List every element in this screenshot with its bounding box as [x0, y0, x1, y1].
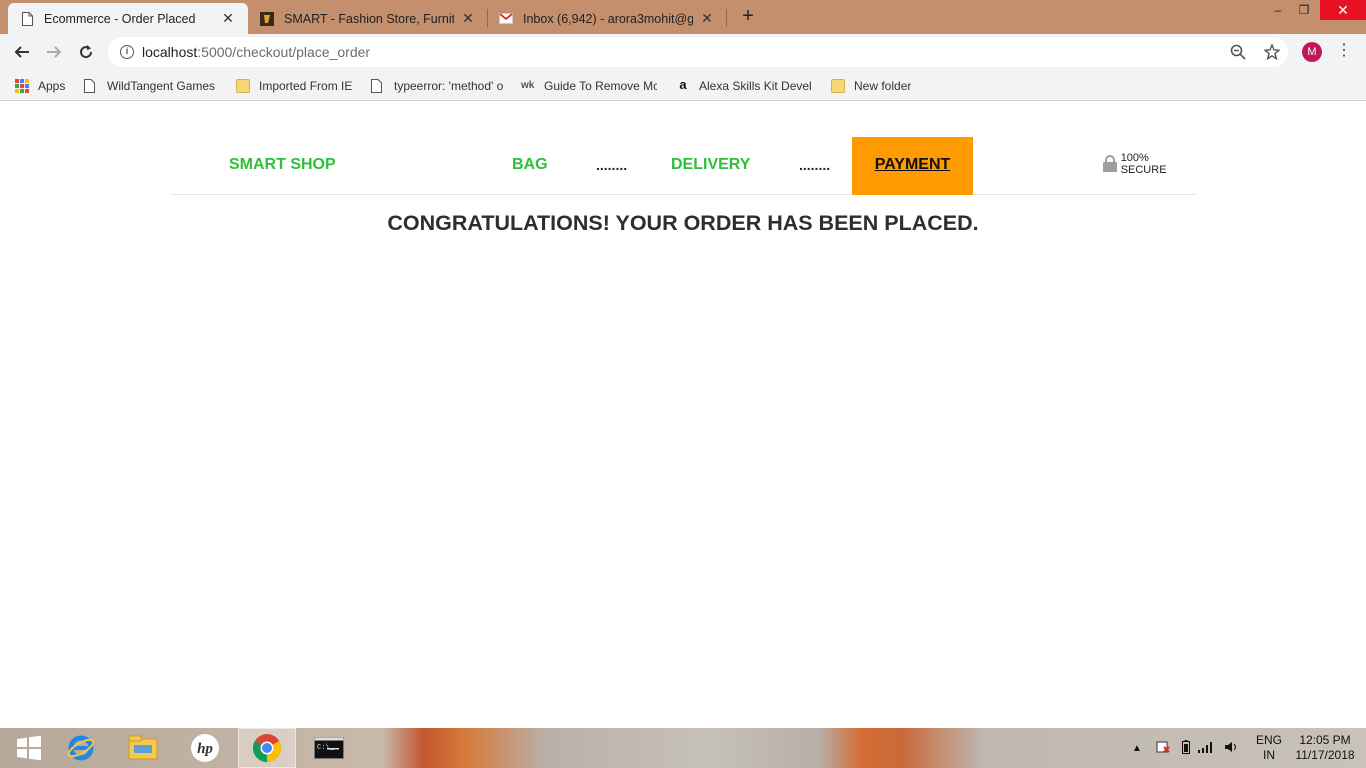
clock-time: 12:05 PM	[1299, 733, 1351, 747]
browser-tab-strip: Ecommerce - Order Placed ✕ SMART - Fashi…	[0, 0, 1366, 34]
reload-icon	[80, 45, 93, 59]
page-icon	[20, 11, 34, 26]
network-icon[interactable]	[1197, 741, 1214, 756]
back-button[interactable]	[10, 40, 34, 64]
minimize-button[interactable]: –	[1264, 0, 1292, 20]
chrome-icon	[253, 734, 281, 762]
url-text[interactable]: localhost:5000/checkout/place_order	[142, 44, 370, 60]
tab-title: Ecommerce - Order Placed	[44, 11, 196, 26]
window-close-button[interactable]: ✕	[1320, 0, 1366, 20]
tab-title: SMART - Fashion Store, Furniture	[284, 11, 454, 26]
page-icon	[84, 79, 98, 93]
close-icon[interactable]: ✕	[220, 10, 236, 27]
brand-logo[interactable]: SMART SHOP	[229, 156, 336, 174]
volume-icon[interactable]	[1224, 741, 1238, 756]
taskbar-internet-explorer[interactable]	[52, 728, 110, 768]
show-hidden-icons[interactable]: ▲	[1132, 743, 1142, 754]
step-delivery[interactable]: DELIVERY	[671, 156, 750, 174]
bookmark-wildtangent[interactable]: WildTangent Games (	[84, 76, 217, 96]
tab-separator	[726, 9, 727, 27]
restore-button[interactable]: ❐	[1290, 0, 1318, 20]
taskbar-chrome[interactable]	[238, 728, 296, 768]
bookmark-label: Imported From IE	[259, 79, 353, 93]
address-bar[interactable]: i localhost:5000/checkout/place_order	[108, 37, 1288, 67]
file-explorer-icon	[128, 735, 158, 760]
system-clock[interactable]: 12:05 PM 11/17/2018	[1290, 733, 1360, 763]
bookmark-imported-from-ie[interactable]: Imported From IE	[236, 76, 352, 96]
close-icon[interactable]: ✕	[699, 10, 715, 27]
browser-toolbar: i localhost:5000/checkout/place_order M …	[0, 34, 1366, 70]
language-code: ENG	[1255, 733, 1282, 747]
language-indicator[interactable]: ENG IN	[1254, 733, 1284, 763]
step-payment-label: PAYMENT	[874, 156, 951, 173]
language-region: IN	[1263, 748, 1275, 762]
bookmarks-bar: Apps WildTangent Games ( Imported From I…	[0, 70, 1366, 101]
start-button[interactable]	[0, 728, 58, 768]
bookmark-apps[interactable]: Apps	[15, 76, 65, 96]
svg-text:hp: hp	[197, 741, 213, 757]
page-icon	[371, 79, 385, 93]
info-icon[interactable]: i	[120, 45, 134, 59]
profile-avatar[interactable]: M	[1302, 42, 1322, 62]
new-tab-button[interactable]: +	[737, 6, 759, 28]
bookmark-new-folder[interactable]: New folder	[831, 76, 911, 96]
taskbar-hp[interactable]: hp	[176, 728, 234, 768]
back-arrow-icon	[14, 46, 29, 58]
tab-gmail-inbox[interactable]: Inbox (6,942) - arora3mohit@gm ✕	[487, 3, 727, 34]
battery-icon[interactable]	[1181, 739, 1190, 757]
apps-icon	[15, 79, 29, 93]
bookmark-label: Apps	[38, 79, 66, 93]
secure-label: 100% SECURE	[1120, 152, 1167, 176]
menu-kebab-icon[interactable]: ⋮	[1336, 42, 1352, 62]
bookmark-guide-to-remove[interactable]: wk Guide To Remove Mc	[521, 76, 657, 96]
step-separator: ........	[596, 157, 628, 173]
windows-logo-icon	[17, 735, 41, 761]
order-confirmation-message: CONGRATULATIONS! YOUR ORDER HAS BEEN PLA…	[387, 211, 979, 235]
step-payment[interactable]: PAYMENT	[852, 137, 973, 195]
smart-favicon	[260, 11, 274, 26]
tab-ecommerce-order-placed[interactable]: Ecommerce - Order Placed ✕	[8, 3, 248, 34]
close-icon[interactable]: ✕	[460, 10, 476, 27]
taskbar-file-explorer[interactable]	[114, 728, 172, 768]
bookmark-label: Guide To Remove Mc	[544, 79, 657, 93]
forward-button[interactable]	[42, 40, 66, 64]
taskbar-command-prompt[interactable]: C:\_	[300, 728, 358, 768]
clock-date: 11/17/2018	[1295, 748, 1355, 762]
reload-button[interactable]	[74, 40, 98, 64]
folder-icon	[831, 79, 845, 93]
wikihow-icon: wk	[521, 80, 535, 91]
url-host: localhost	[142, 44, 198, 60]
forward-arrow-icon	[47, 46, 62, 58]
amazon-icon: a	[679, 77, 687, 92]
bookmark-label: typeerror: 'method' o	[394, 79, 504, 93]
windows-taskbar: hp C:\_ ▲ ENG IN 12:05 PM 11/17/2018	[0, 728, 1366, 768]
internet-explorer-icon	[67, 735, 95, 761]
bookmark-label: Alexa Skills Kit Develo	[699, 79, 812, 93]
step-bag[interactable]: BAG	[512, 156, 548, 174]
bookmark-typeerror[interactable]: typeerror: 'method' o	[371, 76, 503, 96]
bookmark-label: WildTangent Games (	[107, 79, 217, 93]
tab-smart-fashion-store[interactable]: SMART - Fashion Store, Furniture ✕	[248, 3, 488, 34]
system-tray: ▲	[1132, 728, 1238, 768]
hp-logo-icon: hp	[191, 734, 219, 762]
lock-icon	[1103, 155, 1117, 173]
folder-icon	[236, 79, 250, 93]
command-prompt-icon: C:\_	[314, 737, 344, 759]
url-path: :5000/checkout/place_order	[197, 44, 371, 60]
secure-badge: 100% SECURE	[1103, 152, 1196, 176]
tab-title: Inbox (6,942) - arora3mohit@gm	[523, 11, 693, 26]
step-separator: ........	[799, 157, 831, 173]
checkout-header: SMART SHOP BAG ........ DELIVERY .......…	[170, 137, 1196, 195]
bookmark-star-icon[interactable]	[1262, 42, 1282, 62]
bookmark-label: New folder	[854, 79, 912, 93]
bookmark-alexa-skills[interactable]: a Alexa Skills Kit Develo	[676, 76, 812, 96]
zoom-icon[interactable]	[1228, 42, 1248, 62]
gmail-icon	[499, 12, 513, 26]
action-center-icon[interactable]	[1156, 740, 1170, 757]
